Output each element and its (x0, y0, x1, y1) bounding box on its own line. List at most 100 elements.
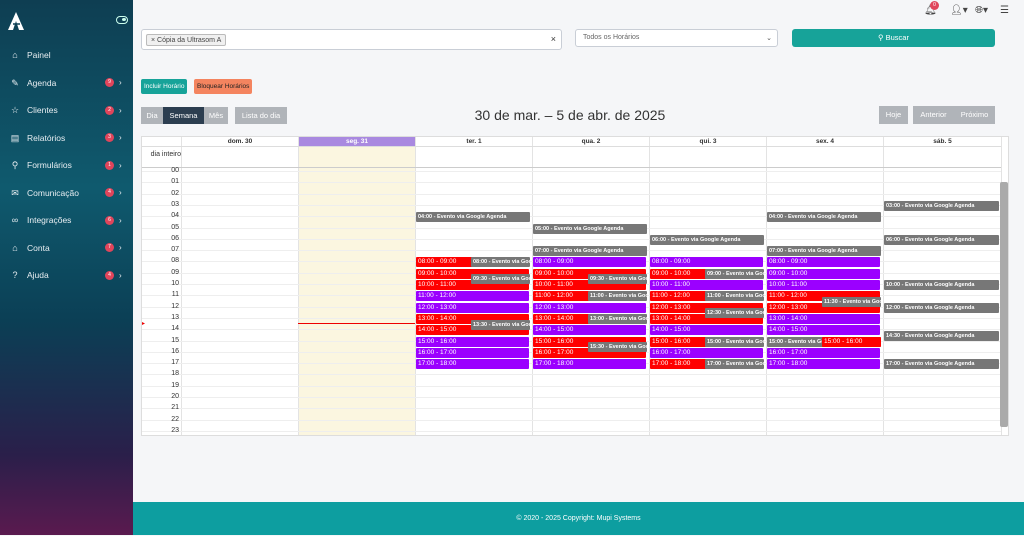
sidebar-item-ajuda[interactable]: ? Ajuda 4 › (0, 265, 133, 285)
sidebar-item-comunicacao[interactable]: ✉ Comunicação 4 › (0, 183, 133, 203)
search-button[interactable]: ⚲ Buscar (792, 29, 995, 47)
resource-filter-input[interactable]: × Cópia da Ultrasom A × (141, 29, 562, 50)
hours-select-value: Todos os Horários (583, 34, 640, 41)
calendar-event[interactable]: 11:00 - Evento via Google Agenda (705, 291, 764, 302)
calendar-event[interactable]: 05:00 - Evento via Google Agenda (533, 223, 647, 234)
calendar-event[interactable]: 17:00 - Evento via Google Agenda (884, 359, 999, 370)
calendar-event[interactable]: 11:00 - Evento via Google Agenda (588, 291, 647, 302)
calendar-event[interactable]: 09:00 - 10:00 (767, 268, 880, 279)
globe-icon[interactable]: 🌐︎▾ (975, 5, 988, 16)
hour-label: 00 (171, 167, 179, 174)
day-header[interactable]: ter. 1 (415, 137, 532, 146)
calendar-event[interactable]: 17:00 - 18:00 (767, 359, 880, 370)
hour-label: 15 (171, 336, 179, 344)
sidebar-item-label: Relatórios (27, 132, 66, 143)
calendar-event[interactable]: 04:00 - Evento via Google Agenda (767, 212, 881, 223)
calendar-scrollbar[interactable] (1000, 182, 1008, 427)
calendar-event[interactable]: 11:30 - Evento via Google Agenda (822, 296, 881, 307)
calendar-event[interactable]: 08:00 - 09:00 (767, 257, 880, 268)
day-header[interactable]: sex. 4 (766, 137, 883, 146)
calendar-event[interactable]: 12:30 - Evento via Google Agenda (705, 308, 764, 319)
hour-label: 19 (171, 381, 179, 389)
calendar-event[interactable]: 15:00 - 16:00 (822, 336, 881, 347)
sidebar-item-clientes[interactable]: ☆ Clientes 2 › (0, 100, 133, 120)
edit-icon: ✎ (11, 77, 19, 88)
sidebar-item-integracoes[interactable]: ∞ Integrações 6 › (0, 210, 133, 230)
sidebar-item-badge: 4 (105, 270, 114, 280)
sidebar-item-conta[interactable]: ⌂ Conta 7 › (0, 238, 133, 258)
user-icon[interactable]: 👤︎▾ (950, 5, 968, 16)
calendar-event[interactable]: 16:00 - 17:00 (416, 347, 529, 358)
calendar-event[interactable]: 04:00 - Evento via Google Agenda (416, 212, 530, 223)
include-hour-button[interactable]: Incluir Horário (141, 79, 188, 94)
calendar-event[interactable]: 08:00 - Evento via Google Agenda (471, 257, 530, 268)
view-day-list-button[interactable]: Lista do dia (235, 107, 287, 124)
hour-label: 22 (171, 415, 179, 423)
menu-icon[interactable]: ☰ (1000, 5, 1009, 16)
block-hours-button[interactable]: Bloquear Horários (194, 79, 253, 94)
calendar-event[interactable]: 10:00 - 11:00 (650, 280, 763, 290)
view-month-button[interactable]: Mês (204, 107, 228, 124)
day-header[interactable]: sáb. 5 (883, 137, 1001, 146)
day-header[interactable]: dom. 30 (181, 137, 298, 146)
day-header[interactable]: qua. 2 (532, 137, 649, 146)
calendar-event[interactable]: 16:00 - 17:00 (650, 347, 763, 358)
calendar-event[interactable]: 11:00 - 12:00 (416, 291, 529, 302)
app-logo[interactable] (8, 12, 24, 30)
calendar-event[interactable]: 14:00 - 15:00 (767, 325, 880, 336)
calendar-event[interactable]: 12:00 - Evento via Google Agenda (884, 302, 999, 313)
hour-label: 02 (171, 189, 179, 197)
chevron-right-icon: › (119, 133, 122, 142)
view-week-button[interactable]: Semana (163, 107, 204, 124)
calendar-event[interactable]: 09:00 - Evento via Google Agenda (705, 268, 764, 279)
calendar-event[interactable]: 08:00 - 09:00 (650, 257, 763, 268)
hour-label: 01 (171, 178, 179, 186)
calendar-event[interactable]: 17:00 - 18:00 (416, 359, 529, 370)
hour-label: 18 (171, 370, 179, 378)
chevron-right-icon: › (119, 105, 122, 115)
calendar-event[interactable]: 15:00 - Evento via Google Agenda (705, 336, 764, 347)
calendar-event[interactable]: 14:30 - Evento via Google Agenda (884, 330, 999, 341)
calendar-event[interactable]: 12:00 - 13:00 (416, 302, 529, 313)
hour-line (142, 374, 1001, 376)
calendar-event[interactable]: 13:30 - Evento via Google Agenda (471, 319, 530, 330)
calendar-event[interactable]: 09:30 - Evento via Google Agenda (471, 274, 530, 285)
calendar-event[interactable]: 06:00 - Evento via Google Agenda (650, 234, 764, 245)
calendar-event[interactable]: 03:00 - Evento via Google Agenda (884, 200, 999, 211)
calendar-event[interactable]: 06:00 - Evento via Google Agenda (884, 234, 999, 245)
day-header[interactable]: qui. 3 (649, 137, 766, 146)
calendar-event[interactable]: 10:00 - 11:00 (767, 280, 880, 290)
sidebar-toggle-icon[interactable] (116, 16, 128, 24)
next-button[interactable]: Próximo (954, 106, 995, 124)
calendar-event[interactable]: 17:00 - Evento via Google Agenda (705, 359, 764, 370)
calendar-event[interactable]: 08:00 - 09:00 (533, 257, 646, 268)
prev-button[interactable]: Anterior (913, 106, 954, 124)
calendar-event[interactable]: 16:00 - 17:00 (767, 347, 880, 358)
calendar-event[interactable]: 07:00 - Evento via Google Agenda (533, 246, 647, 257)
hours-select[interactable]: Todos os Horários ⌄ (575, 29, 778, 47)
sidebar-item-painel[interactable]: ⌂ Painel (0, 45, 133, 65)
day-header[interactable]: seg. 31 (298, 137, 415, 146)
sidebar-item-formularios[interactable]: ⚲ Formulários 1 › (0, 155, 133, 175)
clear-filter-icon[interactable]: × (551, 34, 556, 44)
link-icon: ∞ (11, 215, 19, 225)
calendar-event[interactable]: 09:30 - Evento via Google Agenda (588, 274, 647, 285)
sidebar-item-label: Comunicação (27, 187, 79, 198)
tag-remove-icon[interactable]: × (151, 37, 155, 44)
sidebar-item-agenda[interactable]: ✎ Agenda 9 › (0, 73, 133, 93)
calendar-event[interactable]: 13:00 - Evento via Google Agenda (588, 313, 647, 324)
calendar-event[interactable]: 15:30 - Evento via Google Agenda (588, 342, 647, 353)
calendar-event[interactable]: 13:00 - 14:00 (767, 313, 880, 324)
week-calendar-grid[interactable]: dom. 30 seg. 31 ter. 1 qua. 2 qui. 3 sex. 4 sá… (141, 136, 1009, 436)
calendar-event[interactable]: 07:00 - Evento via Google Agenda (767, 246, 881, 257)
view-day-button[interactable]: Dia (141, 107, 163, 124)
calendar-event[interactable]: 12:00 - 13:00 (533, 302, 646, 313)
calendar-event[interactable]: 10:00 - Evento via Google Agenda (884, 280, 999, 290)
calendar-event[interactable]: 14:00 - 15:00 (533, 325, 646, 336)
calendar-event[interactable]: 15:00 - 16:00 (416, 336, 529, 347)
sidebar-item-relatorios[interactable]: ▤ Relatórios 3 › (0, 128, 133, 148)
calendar-event[interactable]: 17:00 - 18:00 (533, 359, 646, 370)
calendar-event[interactable]: 14:00 - 15:00 (650, 325, 763, 336)
topbar: 🔔︎ 👤︎▾ 🌐︎▾ ☰ (133, 0, 1024, 22)
today-button[interactable]: Hoje (879, 106, 908, 124)
